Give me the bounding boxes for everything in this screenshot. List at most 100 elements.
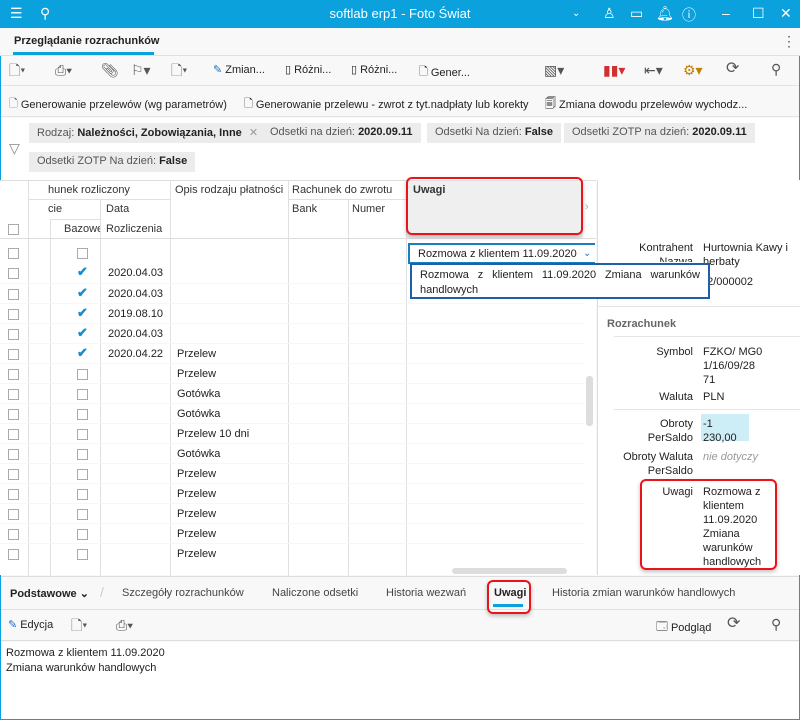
generuj-button[interactable]: 🗋 Gener... (419, 63, 470, 82)
bazowe-checked-icon[interactable]: ✔ (77, 345, 88, 361)
table-row[interactable]: Przelew (0, 483, 585, 503)
row-select-checkbox[interactable] (8, 509, 19, 520)
header-data[interactable]: Data (106, 203, 129, 215)
settings-icon[interactable]: ⚙▾ (683, 62, 703, 78)
tab-historia-zmian[interactable]: Historia zmian warunków handlowych (552, 587, 735, 599)
table-row[interactable]: Przelew 10 dni (0, 423, 585, 443)
bazowe-checkbox[interactable] (77, 529, 88, 540)
print-icon[interactable]: ⎙▾ (116, 617, 133, 633)
row-select-checkbox[interactable] (8, 549, 19, 560)
filter-chip-zotp-flag[interactable]: Odsetki ZOTP Na dzień: False (29, 152, 196, 172)
table-row[interactable]: Przelew (0, 363, 585, 383)
table-row[interactable]: Gotówka (0, 403, 585, 423)
refresh-icon[interactable]: ⟳ (726, 61, 739, 77)
filter-chip-zotp-data[interactable]: Odsetki ZOTP na dzień: 2020.09.11 (564, 123, 755, 143)
filter-chip-odsetki-flag[interactable]: Odsetki Na dzień: False (427, 123, 562, 143)
bazowe-checked-icon[interactable]: ✔ (77, 285, 88, 301)
filter-chip-odsetki-data[interactable]: Odsetki na dzień: 2020.09.11 (262, 123, 421, 143)
row-select-checkbox[interactable] (8, 529, 19, 540)
bazowe-checked-icon[interactable]: ✔ (77, 325, 88, 341)
header-cie[interactable]: cie (48, 203, 62, 215)
roznice-button-2[interactable]: ▯ Różni... (351, 63, 397, 77)
attachment-icon[interactable]: 📎︎ (101, 62, 119, 78)
row-select-checkbox[interactable] (8, 409, 19, 420)
search-filter-icon[interactable]: ⚲ (771, 616, 781, 632)
more-icon[interactable]: ⋮ (782, 33, 796, 50)
calendar-off-icon[interactable]: ▧▾ (544, 62, 564, 78)
table-row[interactable]: Przelew (0, 503, 585, 523)
tab-szczegoly[interactable]: Szczegóły rozrachunków (122, 587, 244, 599)
header-opis[interactable]: Opis rodzaju płatności (175, 184, 283, 196)
header-rachunek-zwrotu[interactable]: Rachunek do zwrotu (292, 184, 392, 196)
document-info-icon[interactable]: 🗋▾ (9, 62, 25, 78)
bazowe-checkbox[interactable] (77, 449, 88, 460)
bazowe-checkbox[interactable] (77, 409, 88, 420)
chevron-down-icon[interactable]: ⌄ (583, 248, 591, 259)
header-numer[interactable]: Numer (352, 203, 385, 215)
chat-icon[interactable]: ▭ (630, 5, 643, 22)
zmiana-dowodu-button[interactable]: 🗐 Zmiana dowodu przelewów wychodz... (545, 95, 747, 114)
bazowe-checkbox[interactable] (77, 469, 88, 480)
help-icon[interactable]: ⓘ (682, 5, 696, 25)
vertical-scrollbar[interactable] (586, 376, 593, 426)
row-select-checkbox[interactable] (8, 248, 19, 259)
filter-chip-rodzaj[interactable]: Rodzaj: Należności, Zobowiązania, Inne ✕ (29, 123, 267, 143)
row-select-checkbox[interactable] (8, 389, 19, 400)
gen-zwrot-button[interactable]: 🗋 Generowanie przelewu - zwrot z tyt.nadp… (244, 95, 529, 114)
uwagi-combo[interactable]: Rozmowa z klientem 11.09.2020 (408, 243, 595, 264)
bazowe-checkbox[interactable] (77, 549, 88, 560)
bazowe-checked-icon[interactable]: ✔ (77, 305, 88, 321)
roznice-button-1[interactable]: ▯ Różni... (285, 63, 331, 77)
horizontal-scrollbar[interactable] (452, 568, 567, 574)
print-icon[interactable]: ⎙▾ (55, 62, 72, 78)
document-info-icon[interactable]: 🗋▾ (71, 617, 87, 633)
row-select-checkbox[interactable] (8, 289, 19, 300)
filter-icon[interactable]: ▽ (9, 140, 20, 156)
table-row[interactable]: Przelew (0, 463, 585, 483)
minimize-button[interactable]: – (722, 5, 730, 21)
zmiana-button[interactable]: ✎ Zmian... (213, 63, 265, 77)
chart-icon[interactable]: ▮▮▾ (603, 62, 625, 78)
close-button[interactable]: ✕ (780, 5, 792, 22)
row-select-checkbox[interactable] (8, 429, 19, 440)
table-row[interactable]: Gotówka (0, 383, 585, 403)
table-row[interactable]: Przelew (0, 543, 585, 563)
scroll-right-icon[interactable]: › (585, 201, 589, 213)
header-rachunek-rozliczony[interactable]: hunek rozliczony (48, 184, 130, 196)
flag-icon[interactable]: ⚐▾ (131, 62, 151, 78)
user-icon[interactable]: ♙ (603, 5, 616, 22)
row-select-checkbox[interactable] (8, 469, 19, 480)
table-row[interactable]: ✔ 2020.04.22 Przelew (0, 343, 585, 363)
header-bazowe[interactable]: Bazowe (64, 223, 100, 235)
row-select-checkbox[interactable] (8, 489, 19, 500)
header-rozliczenia[interactable]: Rozliczenia (106, 223, 162, 235)
notes-textarea[interactable]: Rozmowa z klientem 11.09.2020 Zmiana war… (1, 642, 799, 719)
chevron-down-icon[interactable]: ⌄ (572, 8, 580, 19)
bazowe-checkbox[interactable] (77, 248, 88, 259)
header-bank[interactable]: Bank (292, 203, 317, 215)
row-select-checkbox[interactable] (8, 369, 19, 380)
group-selector[interactable]: Podstawowe ⌄ (10, 587, 89, 600)
row-select-checkbox[interactable] (8, 268, 19, 279)
table-row[interactable]: ✔ 2019.08.10 (0, 303, 585, 323)
bazowe-checkbox[interactable] (77, 489, 88, 500)
bell-icon[interactable]: 🔔︎ (656, 5, 674, 22)
row-select-checkbox[interactable] (8, 449, 19, 460)
bazowe-checkbox[interactable] (77, 509, 88, 520)
bazowe-checkbox[interactable] (77, 389, 88, 400)
table-row[interactable]: Gotówka (0, 443, 585, 463)
tab-przegladanie[interactable]: Przeglądanie rozrachunków (14, 35, 159, 47)
maximize-button[interactable]: ☐ (752, 5, 765, 22)
table-row[interactable]: Przelew (0, 523, 585, 543)
remove-filter-icon[interactable]: ✕ (249, 127, 258, 139)
refresh-icon[interactable]: ⟳ (727, 616, 740, 632)
gen-params-button[interactable]: 🗋 Generowanie przelewów (wg parametrów) (9, 95, 227, 114)
document-settings-icon[interactable]: 🗋▾ (171, 62, 187, 78)
table-row[interactable]: ✔ 2020.04.03 (0, 323, 585, 343)
edycja-button[interactable]: ✎ Edycja (8, 618, 53, 632)
row-select-checkbox[interactable] (8, 309, 19, 320)
tab-historia-wezwan[interactable]: Historia wezwań (386, 587, 466, 599)
bazowe-checked-icon[interactable]: ✔ (77, 264, 88, 280)
tab-naliczone-odsetki[interactable]: Naliczone odsetki (272, 587, 358, 599)
row-select-checkbox[interactable] (8, 349, 19, 360)
